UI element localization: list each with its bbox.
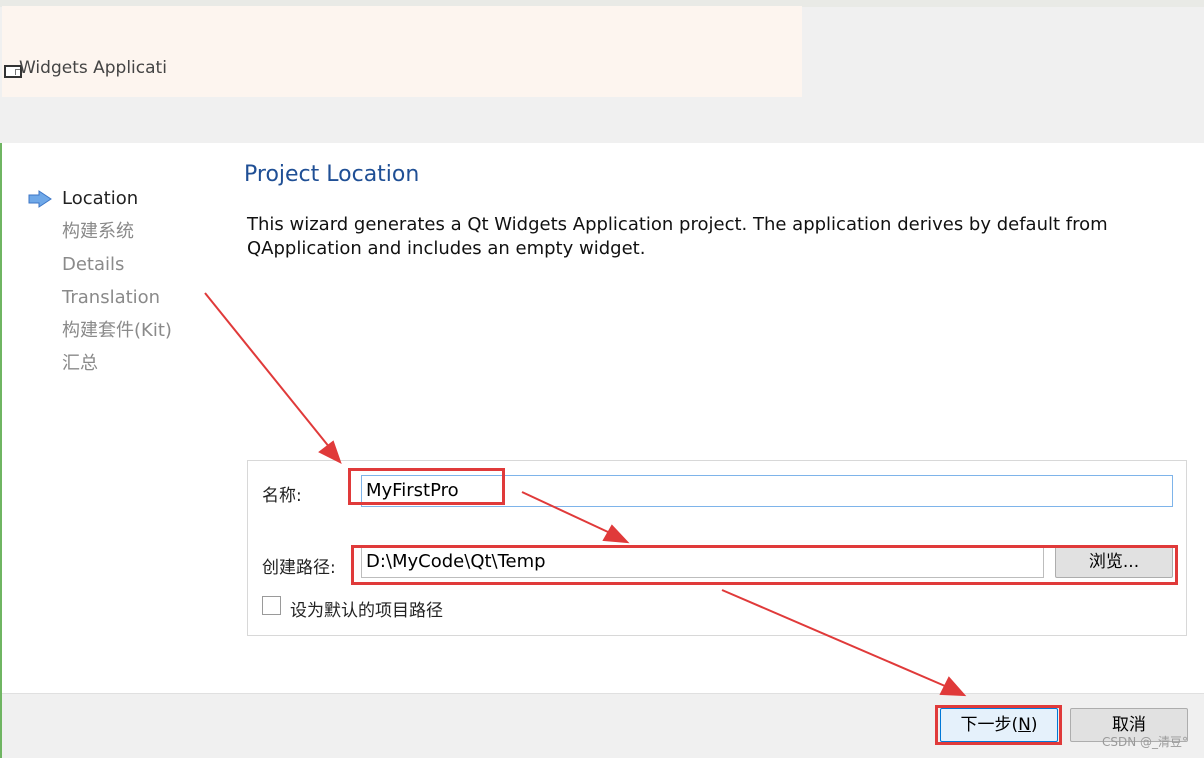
header-panel — [2, 6, 802, 97]
default-path-checkbox[interactable] — [262, 596, 281, 615]
next-label-suffix: ) — [1030, 715, 1038, 735]
next-button[interactable]: 下一步(N) — [940, 708, 1058, 742]
name-label: 名称: — [262, 486, 302, 506]
project-path-input[interactable]: D:\MyCode\Qt\Temp — [361, 546, 1044, 578]
wizard-steps: Location 构建系统 Details Translation 构建套件(K… — [28, 185, 228, 383]
step-build-system: 构建系统 — [28, 218, 228, 251]
step-location: Location — [28, 185, 228, 218]
step-summary: 汇总 — [28, 350, 228, 383]
watermark: CSDN @_清豆° — [1101, 735, 1188, 749]
next-mnemonic: N — [1018, 715, 1031, 735]
browse-button[interactable]: 浏览... — [1055, 546, 1173, 578]
page-description: This wizard generates a Qt Widgets Appli… — [247, 214, 1108, 259]
current-step-arrow-icon — [28, 190, 52, 208]
project-name-input[interactable]: MyFirstPro — [361, 475, 1173, 507]
default-path-checkbox-label[interactable]: 设为默认的项目路径 — [290, 596, 443, 621]
window-edge — [0, 143, 2, 758]
step-kits: 构建套件(Kit) — [28, 317, 228, 350]
page-title: Project Location — [244, 162, 420, 187]
step-label: Translation — [62, 287, 161, 308]
step-label: 构建系统 — [62, 221, 134, 242]
path-label: 创建路径: — [262, 558, 336, 578]
next-label-prefix: 下一步( — [960, 715, 1019, 735]
step-translation: Translation — [28, 284, 228, 317]
step-label: 汇总 — [62, 353, 98, 374]
step-label: Location — [62, 188, 139, 209]
step-label: 构建套件(Kit) — [62, 320, 172, 341]
template-title: Widgets Applicati — [19, 58, 167, 78]
step-details: Details — [28, 251, 228, 284]
step-label: Details — [62, 254, 125, 275]
